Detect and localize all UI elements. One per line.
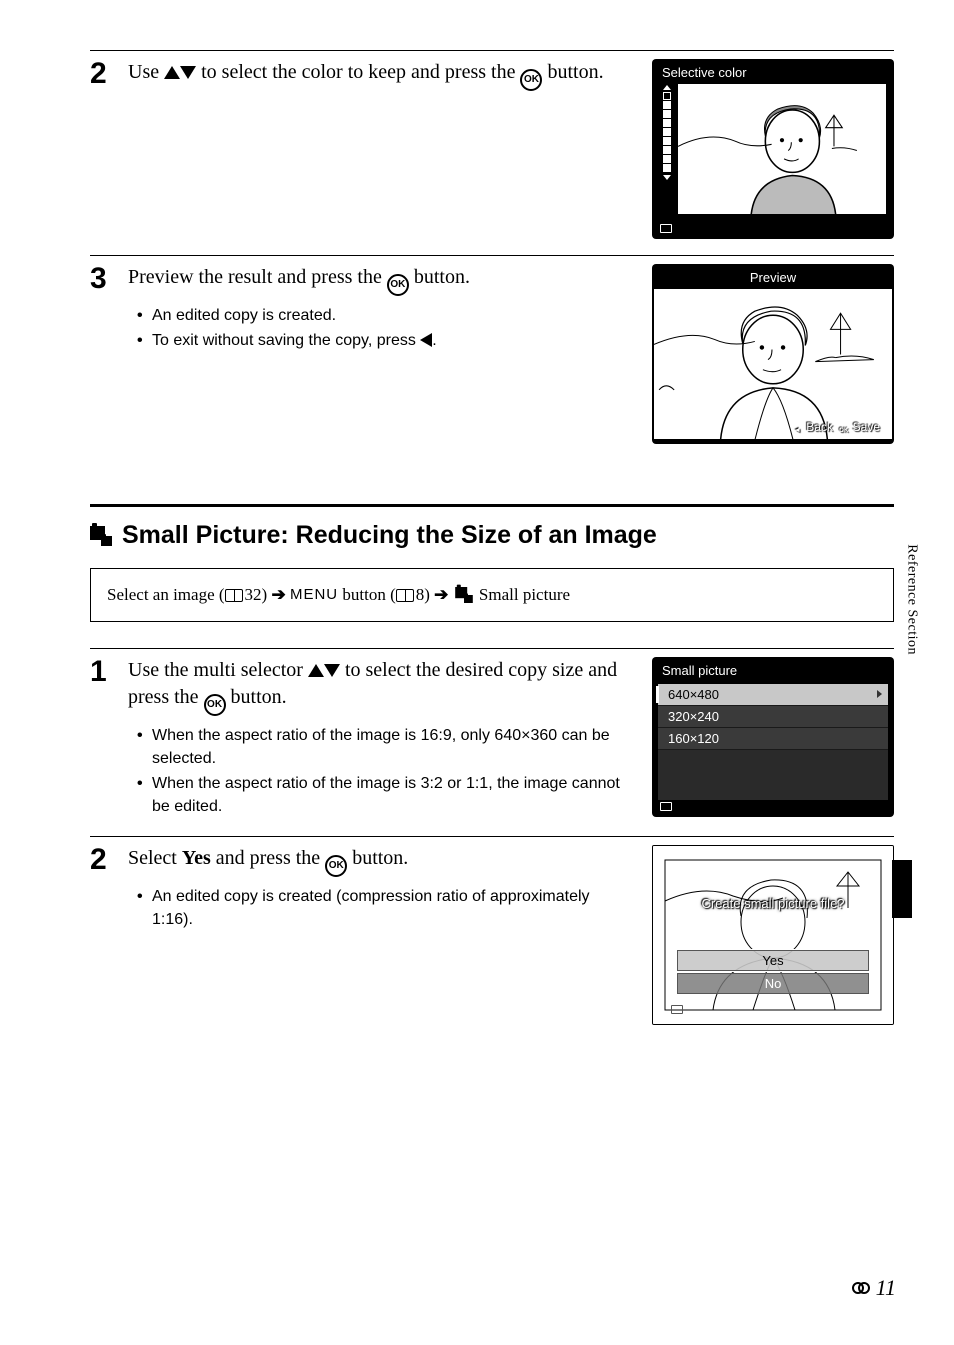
- back-label: Back: [806, 420, 833, 434]
- left-triangle-icon: [420, 333, 432, 347]
- text: button.: [409, 266, 470, 288]
- menu-option-160x120[interactable]: 160×120: [658, 728, 888, 750]
- down-triangle-icon: [324, 664, 340, 677]
- dialog-yes[interactable]: Yes: [677, 950, 869, 971]
- step-number: 2: [90, 59, 114, 89]
- small-picture-menu-screen: Small picture 640×480 320×240 160×120: [652, 657, 894, 817]
- text: Use: [128, 61, 164, 83]
- menu-empty-area: [658, 750, 888, 800]
- side-tab-label: Reference Section: [904, 544, 920, 655]
- menu-word: MENU: [290, 586, 338, 603]
- ok-button-icon: OK: [520, 69, 542, 91]
- ok-button-icon: OK: [204, 694, 226, 716]
- portrait-drawing: [654, 289, 892, 439]
- dialog-options: Yes No: [677, 948, 869, 994]
- save-label: Save: [853, 420, 880, 434]
- navigation-path: Select an image (32) ➔ MENU button (8) ➔…: [90, 568, 894, 622]
- book-icon: [225, 589, 243, 602]
- menu-option-320x240[interactable]: 320×240: [658, 706, 888, 728]
- memory-card-icon: [660, 429, 672, 438]
- step-instruction: Use to select the color to keep and pres…: [128, 59, 634, 91]
- note: To exit without saving the copy, press .: [142, 329, 634, 352]
- text: to select the color to keep and press th…: [196, 61, 520, 83]
- step-number: 2: [90, 845, 114, 875]
- note: An edited copy is created (compression r…: [142, 885, 634, 931]
- portrait-drawing: [678, 84, 886, 214]
- step-notes: An edited copy is created (compression r…: [128, 885, 634, 931]
- back-icon: ◄: [792, 425, 803, 436]
- selective-color-screen: Selective color: [652, 59, 894, 239]
- section-heading: Small Picture: Reducing the Size of an I…: [90, 521, 894, 550]
- dialog-no[interactable]: No: [677, 973, 869, 994]
- text: button.: [542, 61, 603, 83]
- up-triangle-icon: [164, 66, 180, 79]
- color-slider: [660, 85, 674, 219]
- step-notes: An edited copy is created. To exit witho…: [128, 304, 634, 352]
- book-icon: [396, 589, 414, 602]
- preview-image: [678, 84, 886, 214]
- memory-card-icon: [671, 1005, 683, 1014]
- small-picture-icon: [90, 526, 112, 546]
- background-drawing: [653, 846, 893, 1024]
- action-hints: ◄ Back OK Save: [792, 420, 880, 437]
- note: When the aspect ratio of the image is 3:…: [142, 772, 634, 818]
- reference-link-icon: [852, 1282, 870, 1294]
- ok-icon: OK: [838, 425, 849, 436]
- down-triangle-icon: [180, 66, 196, 79]
- preview-image: [654, 289, 892, 439]
- ok-button-icon: OK: [387, 274, 409, 296]
- menu-option-640x480[interactable]: 640×480: [658, 684, 888, 706]
- memory-card-icon: [660, 802, 672, 811]
- step-instruction: Use the multi selector to select the des…: [128, 657, 634, 821]
- arrow-right-icon: ➔: [434, 583, 448, 607]
- screen-title: Selective color: [652, 59, 894, 84]
- step-number: 1: [90, 657, 114, 687]
- dialog-question: Create small picture file?: [653, 896, 893, 911]
- memory-card-icon: [660, 224, 672, 233]
- step-2-confirm: 2 Select Yes and press the OK button. An…: [90, 836, 894, 1025]
- page-number: 11: [852, 1275, 896, 1301]
- side-tab-indicator: [892, 860, 912, 918]
- section-heading-row: Small Picture: Reducing the Size of an I…: [90, 504, 894, 550]
- note: When the aspect ratio of the image is 16…: [142, 724, 634, 770]
- step-2-select-color: 2 Use to select the color to keep and pr…: [90, 50, 894, 239]
- note: An edited copy is created.: [142, 304, 634, 327]
- heading-text: Small Picture: Reducing the Size of an I…: [122, 521, 657, 550]
- preview-screen: Preview: [652, 264, 894, 444]
- text: Preview the result and press the: [128, 266, 387, 288]
- up-triangle-icon: [308, 664, 324, 677]
- screen-title: Preview: [652, 264, 894, 289]
- step-instruction: Preview the result and press the OK butt…: [128, 264, 634, 354]
- step-instruction: Select Yes and press the OK button. An e…: [128, 845, 634, 933]
- step-1-select-size: 1 Use the multi selector to select the d…: [90, 648, 894, 821]
- small-picture-icon: [455, 587, 473, 603]
- arrow-right-icon: ➔: [271, 583, 285, 607]
- step-number: 3: [90, 264, 114, 294]
- step-notes: When the aspect ratio of the image is 16…: [128, 724, 634, 819]
- menu-title: Small picture: [652, 657, 894, 684]
- step-3-preview: 3 Preview the result and press the OK bu…: [90, 255, 894, 444]
- confirm-dialog-screen: Create small picture file? Yes No: [652, 845, 894, 1025]
- menu-list: 640×480 320×240 160×120: [658, 684, 888, 750]
- ok-button-icon: OK: [325, 855, 347, 877]
